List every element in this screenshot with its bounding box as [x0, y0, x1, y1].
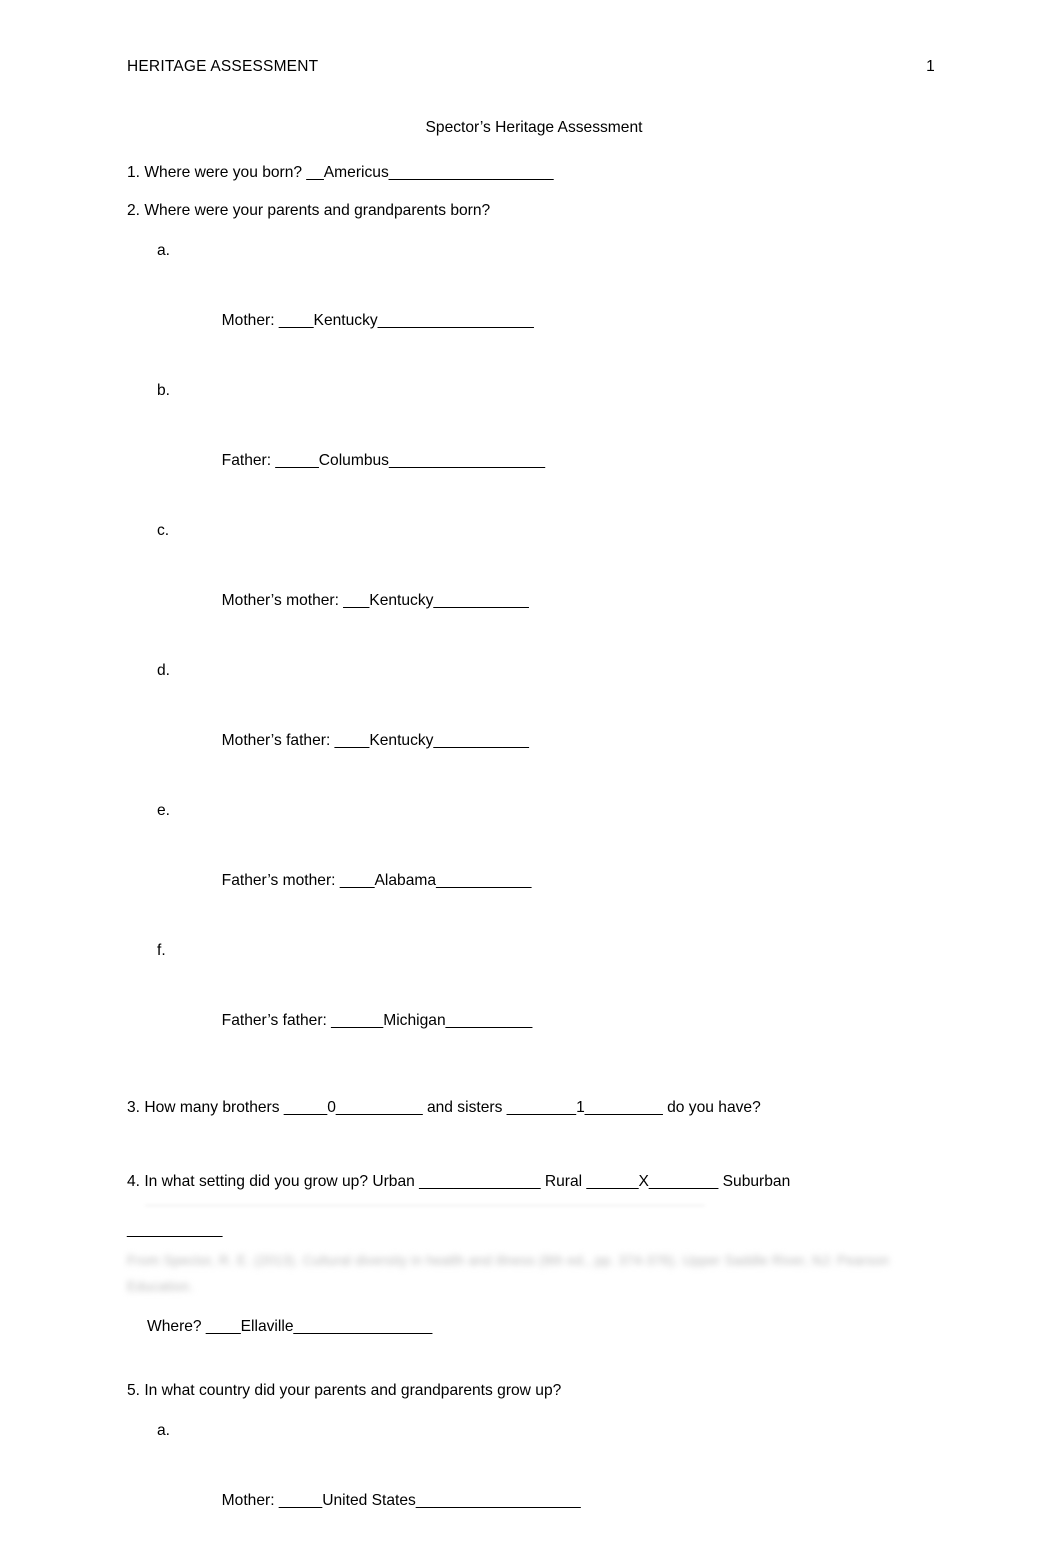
list-item-text: Mother’s father: ____Kentucky___________ [221, 732, 529, 749]
list-item: f. Father’s father: ______Michigan______… [127, 933, 937, 1073]
list-marker: f. [157, 942, 166, 959]
list-item: a. Mother: _____United States___________… [127, 1413, 937, 1553]
list-item: c. Mother’s mother: ___Kentucky_________… [127, 513, 937, 653]
list-item-text: Mother: _____United States______________… [221, 1492, 581, 1510]
question-5: 5. In what country did your parents and … [127, 1382, 562, 1400]
list-marker: b. [157, 382, 171, 399]
list-item: e. Father’s mother: ____Alabama_________… [127, 793, 937, 933]
document-page: HERITAGE ASSESSMENT 1 Spector’s Heritage… [0, 0, 1062, 1556]
running-header: HERITAGE ASSESSMENT 1 [127, 57, 935, 77]
footnote-section: From Spector, R. E. (2013). Cultural div… [127, 1205, 937, 1300]
running-header-title: HERITAGE ASSESSMENT [127, 58, 319, 75]
list-marker: e. [157, 802, 171, 819]
list-item: b. Father: _____Columbus________________… [127, 373, 937, 513]
question-1: 1. Where were you born? __Americus______… [127, 164, 554, 181]
question-5-sublist: a. Mother: _____United States___________… [127, 1413, 937, 1556]
list-item-text: Mother’s mother: ___Kentucky___________ [221, 592, 529, 609]
question-2-sublist: a. Mother: ____Kentucky_________________… [127, 233, 937, 1073]
footnote-separator-rule [145, 1205, 705, 1206]
list-item: a. Mother: ____Kentucky_________________… [127, 233, 937, 373]
document-body: Spector’s Heritage Assessment 1. Where w… [127, 118, 937, 1556]
list-item-text: Father’s father: ______Michigan_________… [221, 1012, 533, 1029]
list-item-text: Mother: ____Kentucky__________________ [221, 312, 534, 329]
list-marker: a. [157, 1422, 171, 1440]
list-item-text: Father: _____Columbus__________________ [221, 452, 546, 469]
question-3: 3. How many brothers _____0__________ an… [127, 1099, 761, 1116]
question-4-where: Where? ____Ellaville________________ [147, 1317, 433, 1335]
question-2: 2. Where were your parents and grandpare… [127, 202, 491, 219]
list-item-text: Father’s mother: ____Alabama___________ [221, 872, 532, 889]
document-title: Spector’s Heritage Assessment [425, 119, 643, 136]
list-marker: c. [157, 522, 170, 539]
list-marker: a. [157, 242, 171, 259]
list-item: d. Mother’s father: ____Kentucky________… [127, 653, 937, 793]
list-marker: d. [157, 662, 171, 679]
footnote-citation: From Spector, R. E. (2013). Cultural div… [127, 1253, 894, 1294]
page-number: 1 [926, 58, 935, 75]
